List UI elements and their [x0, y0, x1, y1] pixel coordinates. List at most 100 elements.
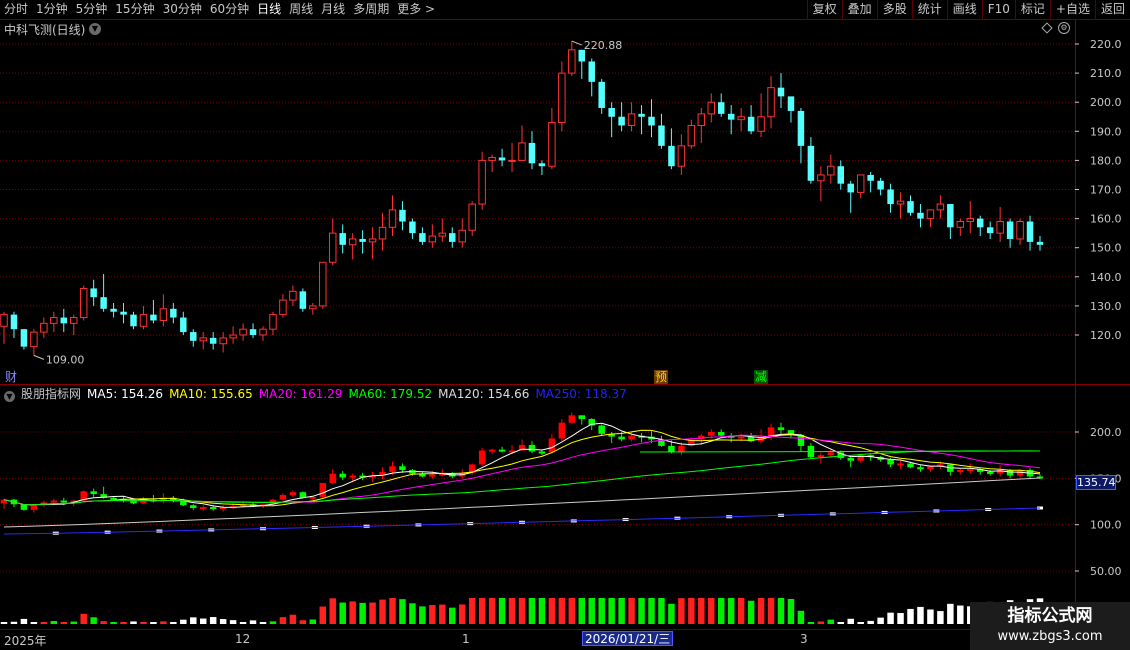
histogram-bar [349, 601, 356, 624]
candle-body [90, 288, 97, 298]
candle-body [348, 238, 357, 246]
histogram-bar [628, 598, 635, 624]
low-pointer [33, 354, 45, 360]
indicator-candle-body [90, 491, 97, 495]
histogram-bar [558, 598, 566, 624]
candle-body [558, 72, 566, 124]
indicator-candle-body [598, 425, 605, 434]
histogram-bar [608, 598, 615, 624]
price-axis-label: 120.0 [1090, 329, 1122, 342]
candle-body [259, 328, 267, 336]
candle-body [428, 235, 437, 243]
candle-body [419, 233, 426, 242]
candle-body [807, 145, 815, 181]
indicator-candle-body [578, 415, 586, 420]
candle-body [867, 174, 874, 181]
indicator-title: ▼ 股朋指标网 MA5: 154.26 MA10: 155.65 MA20: 161.2… [4, 387, 639, 402]
indicator-candle-body [478, 450, 486, 465]
forecast-flag[interactable]: 预 [654, 370, 669, 384]
histogram-bar [40, 622, 48, 624]
candle-body [159, 308, 168, 321]
indicator-candle-body [319, 482, 327, 497]
histogram-bar [429, 605, 436, 624]
histogram-bar [289, 614, 297, 624]
histogram-bar [947, 603, 954, 624]
histogram-bar [698, 598, 705, 624]
histogram-bar [199, 618, 207, 624]
candle-body [170, 308, 177, 318]
candle-body [289, 290, 297, 301]
indicator-candle-body [538, 451, 546, 454]
indicator-candle-body [917, 467, 924, 470]
histogram-bar [498, 598, 506, 624]
candle-body [986, 227, 994, 234]
indicator-candle-body [717, 432, 725, 436]
histogram-bar [219, 619, 227, 624]
candle-body [40, 322, 48, 333]
histogram-bar [588, 598, 595, 624]
indicator-name: 股朋指标网 [21, 387, 82, 401]
candle-body [359, 238, 366, 242]
histogram-bar [717, 598, 725, 624]
histogram-bar [449, 607, 456, 624]
histogram-bar [419, 606, 426, 624]
reduce-flag[interactable]: 减 [754, 370, 769, 384]
histogram-bar [140, 622, 147, 624]
indicator-candle-body [887, 459, 894, 465]
histogram-bar [877, 617, 884, 624]
candle-body [936, 203, 945, 211]
candle-body [996, 221, 1004, 234]
histogram-bar [20, 618, 28, 624]
indicator-candle-body [309, 496, 317, 499]
price-axis-label: 160.0 [1090, 213, 1122, 226]
candle-body [548, 122, 556, 167]
histogram-bar [648, 598, 655, 624]
histogram-bar [110, 622, 117, 624]
histogram-bar [259, 622, 267, 624]
candle-body [837, 166, 845, 184]
histogram-bar [170, 622, 177, 624]
histogram-bar [887, 612, 894, 624]
indicator-candle-body [498, 449, 506, 452]
histogram-bar [379, 599, 386, 624]
indicator-settings-icon[interactable]: ▼ [4, 391, 15, 402]
indicator-candle-body [399, 466, 406, 470]
indicator-candle-body [110, 497, 117, 500]
candle-body [79, 287, 88, 319]
candle-body [488, 156, 496, 161]
histogram-bar [150, 622, 157, 624]
indicator-candle-body [957, 469, 964, 472]
histogram-bar [100, 621, 107, 624]
histogram-bar [130, 621, 137, 624]
indicator-candle-body [389, 466, 396, 472]
candlestick-chart[interactable]: 220.0210.0200.0190.0180.0170.0160.0150.0… [0, 0, 1130, 650]
histogram-bar [160, 621, 167, 624]
candle-body [199, 337, 207, 342]
candle-body [917, 212, 924, 219]
finance-flag[interactable]: 财 [4, 370, 18, 384]
histogram-bar [399, 599, 406, 624]
ma-label-0: MA5: 154.26 [87, 387, 164, 401]
time-tick-1: 12 [235, 632, 251, 646]
indicator-candle-body [548, 438, 556, 453]
indicator-candle-body [897, 463, 904, 466]
candle-body [150, 314, 157, 321]
indicator-candle-body [708, 432, 715, 436]
histogram-bar [807, 622, 815, 624]
histogram-bar [80, 613, 87, 624]
candle-body [687, 124, 696, 147]
price-axis-label: 180.0 [1090, 154, 1122, 167]
candle-body [538, 163, 546, 167]
high-label: 220.88 [584, 39, 623, 52]
candle-body [627, 113, 636, 126]
histogram-bar [478, 598, 486, 624]
histogram-bar [239, 622, 247, 624]
histogram-bar [787, 598, 795, 624]
indicator-candle-body [329, 473, 336, 483]
histogram-bar [70, 621, 77, 624]
candle-body [817, 174, 825, 182]
candle-body [608, 108, 615, 117]
candle-body [0, 314, 8, 327]
candle-body [110, 308, 117, 312]
histogram-bar [468, 598, 476, 624]
